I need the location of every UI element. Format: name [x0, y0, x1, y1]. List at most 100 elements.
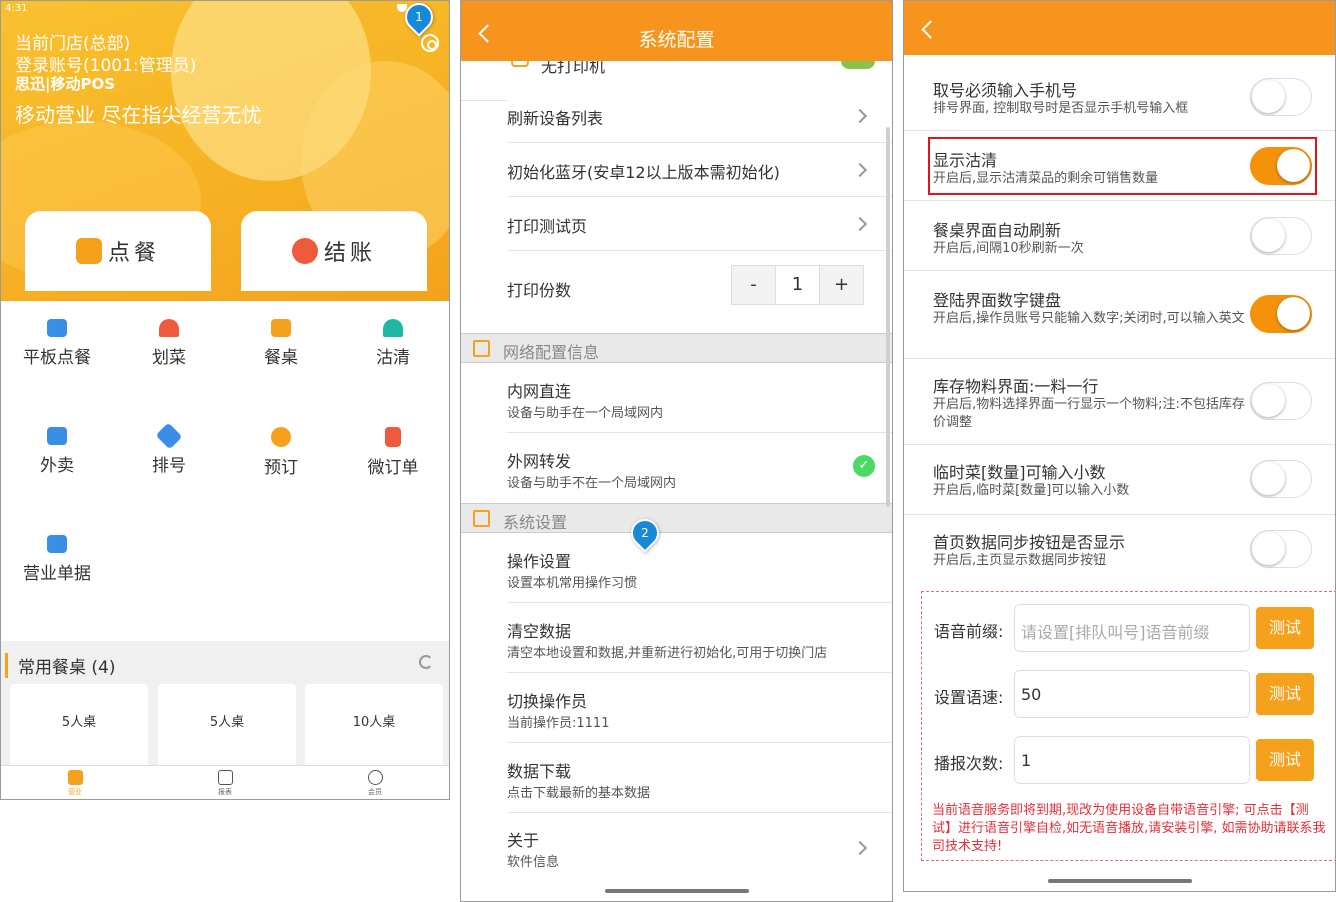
clear-data-row[interactable]: 清空数据 清空本地设置和数据,并重新进行初始化,可用于切换门店: [507, 603, 892, 673]
home-indicator[interactable]: [605, 889, 749, 893]
scrollbar[interactable]: [886, 127, 890, 507]
chevron-right-icon: [852, 216, 868, 232]
sold-out-icon: [383, 319, 403, 337]
setting-row[interactable]: 临时菜[数量]可输入小数 开启后,临时菜[数量]可以输入小数: [904, 445, 1335, 515]
lan-direct-row[interactable]: 内网直连 设备与助手在一个局域网内: [507, 363, 892, 433]
settings-icon[interactable]: [421, 34, 439, 52]
test-button[interactable]: 测试: [1256, 739, 1314, 781]
setting-row[interactable]: 首页数据同步按钮是否显示 开启后,主页显示数据同步按钮: [904, 515, 1335, 585]
cloche-icon: [159, 319, 179, 337]
voice-speed-input[interactable]: 50: [1014, 670, 1250, 718]
checkout-tab-label: 结账: [323, 241, 376, 266]
clipboard-icon: [473, 340, 490, 357]
highlight-box: [928, 137, 1317, 195]
order-tab-label: 点餐: [107, 241, 160, 266]
nav-label: 会员: [368, 788, 382, 796]
grid-item-label: 平板点餐: [23, 348, 91, 368]
setting-toggle[interactable]: [1250, 382, 1312, 420]
grid-item-business-docs[interactable]: 营业单据: [1, 535, 113, 584]
setting-title: 库存物料界面:一料一行: [933, 377, 1099, 396]
nav-members[interactable]: 会员: [325, 770, 425, 797]
frequent-tables-title: 常用餐桌 (4): [5, 653, 115, 678]
tablet-order-icon: [47, 319, 67, 337]
init-bluetooth-row[interactable]: 初始化蓝牙(安卓12以上版本需初始化): [507, 143, 892, 197]
setting-description: 开启后,间隔10秒刷新一次: [933, 241, 1084, 256]
test-button[interactable]: 测试: [1256, 673, 1314, 715]
operation-settings-row[interactable]: 操作设置 设置本机常用操作习惯: [507, 533, 892, 603]
wan-forward-row[interactable]: 外网转发 设备与助手不在一个局域网内 ✓: [507, 433, 892, 503]
print-copies-label: 打印份数: [507, 281, 572, 300]
setting-title: 临时菜[数量]可输入小数: [933, 463, 1106, 482]
setting-title: 首页数据同步按钮是否显示: [933, 533, 1126, 552]
payment-hand-icon: [291, 238, 318, 264]
grid-item-label: 营业单据: [23, 564, 91, 584]
grid-item-queue[interactable]: 排号: [113, 422, 225, 476]
grid-item-tablet-order[interactable]: 平板点餐: [1, 319, 113, 368]
refresh-devices-row[interactable]: 刷新设备列表: [507, 89, 892, 143]
row-title: 操作设置: [507, 552, 572, 571]
setting-toggle[interactable]: [1250, 217, 1312, 255]
broadcast-count-input[interactable]: 1: [1014, 736, 1250, 784]
setting-title: 取号必须输入手机号: [933, 81, 1078, 100]
increment-button[interactable]: +: [820, 266, 863, 304]
grid-item-label: 排号: [152, 456, 186, 476]
print-test-row[interactable]: 打印测试页: [507, 197, 892, 251]
grid-item-sold-out[interactable]: 沽清: [337, 319, 449, 368]
row-title: 数据下载: [507, 762, 572, 781]
setting-toggle[interactable]: [1250, 78, 1312, 116]
voice-prefix-input[interactable]: 请设置[排队叫号]语音前缀: [1014, 604, 1250, 652]
data-download-row[interactable]: 数据下载 点击下载最新的基本数据: [507, 743, 892, 813]
nav-reports[interactable]: 报表: [175, 770, 275, 797]
setting-toggle[interactable]: [1250, 460, 1312, 498]
test-button[interactable]: 测试: [1256, 607, 1314, 649]
home-indicator[interactable]: [1048, 879, 1192, 883]
step-number: 1: [415, 10, 423, 24]
switch-operator-row[interactable]: 切换操作员 当前操作员:1111: [507, 673, 892, 743]
refresh-icon[interactable]: [419, 655, 433, 669]
back-arrow-icon[interactable]: [921, 20, 940, 39]
setting-row[interactable]: 餐桌界面自动刷新 开启后,间隔10秒刷新一次: [904, 201, 1335, 271]
setting-row[interactable]: 取号必须输入手机号 排号界面, 控制取号时是否显示手机号输入框: [904, 63, 1335, 131]
grid-item-label: 预订: [264, 458, 298, 478]
table-card[interactable]: 5人桌: [10, 684, 148, 768]
order-tab[interactable]: 点餐: [25, 211, 211, 291]
setting-toggle[interactable]: [1250, 530, 1312, 568]
table-card[interactable]: 5人桌: [158, 684, 296, 768]
setting-description: 开启后,操作员账号只能输入数字;关闭时,可以输入英文: [933, 311, 1245, 326]
section-label: 网络配置信息: [503, 343, 600, 362]
slogan: 移动营业 尽在指尖经营无忧: [15, 103, 262, 127]
row-subtitle: 设备与助手不在一个局域网内: [507, 476, 677, 491]
row-title: 外网转发: [507, 452, 572, 471]
grid-item-label: 外卖: [40, 456, 74, 476]
table-card[interactable]: 10人桌: [305, 684, 443, 768]
nav-label: 营业: [68, 788, 82, 796]
grid-item-serve[interactable]: 划菜: [113, 319, 225, 368]
about-row[interactable]: 关于 软件信息: [507, 813, 892, 881]
setting-description: 开启后,临时菜[数量]可以输入小数: [933, 483, 1130, 498]
chevron-right-icon: [852, 840, 868, 856]
copies-value[interactable]: 1: [775, 266, 820, 304]
setting-row[interactable]: 库存物料界面:一料一行 开启后,物料选择界面一行显示一个物料;注:不包括库存价调…: [904, 359, 1335, 445]
setting-title: 餐桌界面自动刷新: [933, 221, 1062, 240]
grid-item-reservation[interactable]: 预订: [225, 427, 337, 478]
row-title: 打印测试页: [507, 217, 588, 236]
row-subtitle: 当前操作员:1111: [507, 716, 610, 731]
grid-item-delivery[interactable]: 外卖: [1, 427, 113, 476]
setting-row[interactable]: 登陆界面数字键盘 开启后,操作员账号只能输入数字;关闭时,可以输入英文: [904, 271, 1335, 359]
row-title: 内网直连: [507, 382, 572, 401]
grid-item-label: 沽清: [376, 348, 410, 368]
checkout-tab[interactable]: 结账: [241, 211, 427, 291]
broadcast-count-label: 播报次数:: [934, 754, 1004, 773]
setting-description: 开启后,物料选择界面一行显示一个物料;注:不包括库存价调整: [933, 397, 1245, 430]
decrement-button[interactable]: -: [732, 266, 775, 304]
nav-business[interactable]: 营业: [25, 770, 125, 797]
grid-item-wechat-order[interactable]: 微订单: [337, 427, 449, 478]
table-icon: [271, 319, 291, 337]
grid-item-tables[interactable]: 餐桌: [225, 319, 337, 368]
voice-prefix-label: 语音前缀:: [934, 622, 1004, 641]
setting-toggle[interactable]: [1250, 295, 1312, 333]
voice-service-notice: 当前语音服务即将到期,现改为使用设备自带语音引擎; 可点击【测试】进行语音引擎自…: [932, 803, 1326, 854]
header-bar: 系统配置: [461, 1, 892, 61]
system-config-screen: 无打印机 刷新设备列表 初始化蓝牙(安卓12以上版本需初始化) 打印测试页 打印…: [460, 0, 893, 902]
row-subtitle: 点击下载最新的基本数据: [507, 786, 651, 801]
